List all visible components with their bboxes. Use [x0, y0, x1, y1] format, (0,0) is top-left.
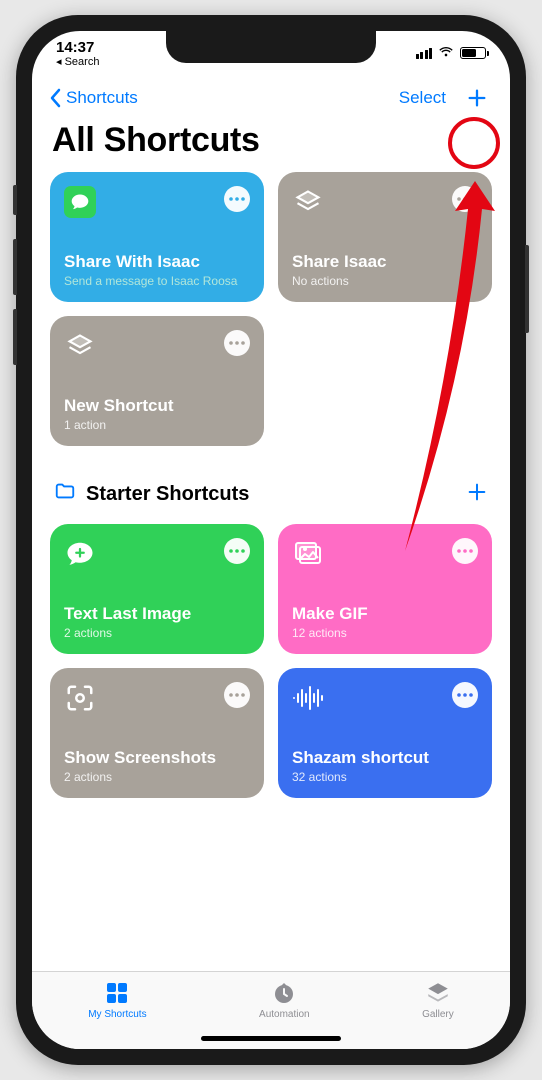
page-title: All Shortcuts	[32, 117, 510, 172]
plus-icon	[466, 481, 488, 503]
shortcuts-icon	[292, 186, 324, 218]
chevron-left-icon	[50, 88, 62, 108]
phone-frame: 14:37 ◂ Search Shortcuts Select	[16, 15, 526, 1065]
shortcuts-icon	[64, 330, 96, 362]
clock-icon	[271, 980, 297, 1006]
back-label: Shortcuts	[66, 88, 138, 108]
card-title: Make GIF	[292, 604, 478, 624]
tab-automation[interactable]: Automation	[259, 980, 310, 1020]
grid-icon	[104, 980, 130, 1006]
status-icons	[416, 43, 487, 63]
tab-my-shortcuts[interactable]: My Shortcuts	[88, 980, 146, 1020]
shortcut-card[interactable]: Share Isaac No actions	[278, 172, 492, 302]
card-subtitle: 32 actions	[292, 770, 478, 784]
ellipsis-icon	[457, 197, 473, 201]
nav-bar: Shortcuts Select	[32, 75, 510, 117]
viewfinder-icon	[64, 682, 96, 714]
shortcut-card[interactable]: Text Last Image 2 actions	[50, 524, 264, 654]
shortcut-card[interactable]: Share With Isaac Send a message to Isaac…	[50, 172, 264, 302]
card-menu-button[interactable]	[224, 330, 250, 356]
folder-icon	[54, 480, 76, 508]
messages-icon	[64, 186, 96, 218]
card-title: Share Isaac	[292, 252, 478, 272]
card-title: Shazam shortcut	[292, 748, 478, 768]
card-subtitle: Send a message to Isaac Roosa	[64, 274, 250, 288]
plus-icon	[466, 87, 488, 109]
battery-icon	[460, 47, 486, 59]
status-time: 14:37	[56, 39, 99, 56]
card-menu-button[interactable]	[224, 538, 250, 564]
ellipsis-icon	[229, 549, 245, 553]
content-scroll[interactable]: Share With Isaac Send a message to Isaac…	[32, 172, 510, 971]
shortcut-card[interactable]: Show Screenshots 2 actions	[50, 668, 264, 798]
ellipsis-icon	[457, 693, 473, 697]
card-title: Text Last Image	[64, 604, 250, 624]
card-title: Share With Isaac	[64, 252, 250, 272]
wifi-icon	[438, 43, 454, 63]
card-menu-button[interactable]	[224, 186, 250, 212]
waveform-icon	[292, 682, 324, 714]
ellipsis-icon	[457, 549, 473, 553]
ellipsis-icon	[229, 197, 245, 201]
tab-label: Automation	[259, 1009, 310, 1020]
card-subtitle: 1 action	[64, 418, 250, 432]
folder-add-button[interactable]	[466, 478, 488, 510]
card-menu-button[interactable]	[224, 682, 250, 708]
add-button[interactable]	[462, 83, 492, 113]
shortcut-card[interactable]: New Shortcut 1 action	[50, 316, 264, 446]
card-title: Show Screenshots	[64, 748, 250, 768]
ellipsis-icon	[229, 341, 245, 345]
back-button[interactable]: Shortcuts	[50, 88, 138, 108]
notch	[166, 31, 376, 63]
shortcut-card[interactable]: Shazam shortcut 32 actions	[278, 668, 492, 798]
card-subtitle: 12 actions	[292, 626, 478, 640]
cellular-icon	[416, 48, 433, 59]
home-indicator[interactable]	[201, 1036, 341, 1041]
card-subtitle: 2 actions	[64, 626, 250, 640]
message-plus-icon	[64, 538, 96, 570]
photos-icon	[292, 538, 324, 570]
card-subtitle: 2 actions	[64, 770, 250, 784]
gallery-icon	[425, 980, 451, 1006]
back-to-search[interactable]: ◂ Search	[56, 55, 99, 68]
ellipsis-icon	[229, 693, 245, 697]
card-title: New Shortcut	[64, 396, 250, 416]
shortcuts-grid: Share With Isaac Send a message to Isaac…	[50, 172, 492, 446]
tab-label: My Shortcuts	[88, 1009, 146, 1020]
screen: 14:37 ◂ Search Shortcuts Select	[32, 31, 510, 1049]
card-menu-button[interactable]	[452, 682, 478, 708]
folder-name: Starter Shortcuts	[86, 483, 249, 506]
shortcut-card[interactable]: Make GIF 12 actions	[278, 524, 492, 654]
folder-grid: Text Last Image 2 actions Make GIF 12 ac…	[50, 524, 492, 798]
card-menu-button[interactable]	[452, 186, 478, 212]
card-menu-button[interactable]	[452, 538, 478, 564]
card-subtitle: No actions	[292, 274, 478, 288]
tab-gallery[interactable]: Gallery	[422, 980, 454, 1020]
select-button[interactable]: Select	[399, 88, 446, 108]
folder-title-row[interactable]: Starter Shortcuts	[54, 480, 249, 508]
tab-label: Gallery	[422, 1009, 454, 1020]
folder-header: Starter Shortcuts	[50, 470, 492, 524]
